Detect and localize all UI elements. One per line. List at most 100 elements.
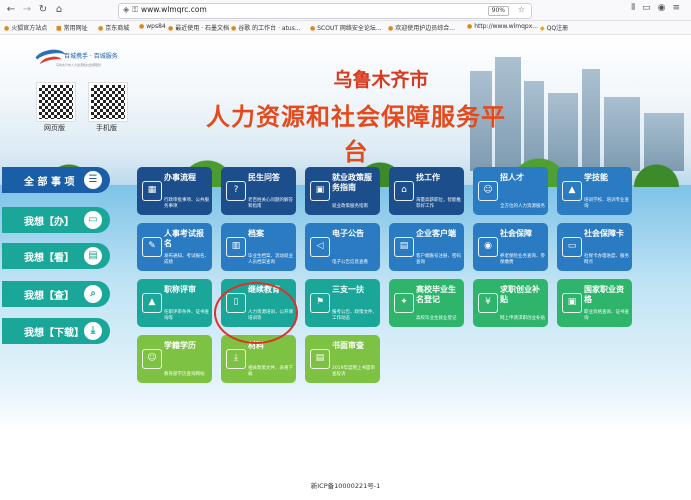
logo-name: 百城携手 · 百城服务 [64,53,118,60]
download-icon: ⤓ [84,322,102,340]
tile-job[interactable]: ⌂ 找工作 海量高薪职位，智能推荐好工作 [389,167,464,215]
tile-archive[interactable]: ▥ 档案 毕业生档案、流动就业人员档案查询 [221,223,296,271]
forward-icon[interactable]: → [20,3,34,17]
bookmark-item[interactable]: ● 最近使用 · 石墨文档 [168,23,229,32]
tile-title: 三支一扶 [332,285,364,294]
tile-flowchart[interactable]: ▦ 办事流程 行政审批事项、公共服务事项 [137,167,212,215]
tile-person[interactable]: ☺ 招人才 全方位的人力资源服务 [473,167,548,215]
highlight-circle [214,282,298,344]
bookmark-item[interactable]: ◆ QQ注册 [540,23,568,32]
bookmark-item[interactable]: ● 京东商城 [98,23,129,32]
toolbar-icons[interactable]: ⫴▭◉≡ [631,3,687,13]
tile-description: 养老保险业务查询、参保缴费 [500,254,545,265]
megaphone-icon: ◁ [310,237,330,257]
qr-web-label: 网页版 [44,124,65,132]
tile-title: 档案 [248,229,264,238]
tile-title: 就业政策服务指南 [332,173,372,192]
address-bar[interactable]: ◈ ⚿ www.wlmqrc.com 90% ☆ [118,3,532,19]
tile-title: 学技能 [584,173,608,182]
sidebar-item-label: 全 部 事 项 [24,177,75,188]
tile-title: 求职创业补贴 [500,285,540,304]
tile-card[interactable]: ▭ 社会保障卡社保卡办理进度、服务网点 [557,223,632,271]
tile-license[interactable]: ▣ 国家职业资格 职业资格查询、证书查询 [557,279,632,327]
tile-title: 社会保障卡 [584,229,624,238]
tile-description: 老百姓关心问题的解答和指南 [248,198,293,209]
sidebar-item-label: 我想【下载】 [24,328,84,339]
exam-icon: ✎ [142,237,162,257]
site-logo[interactable]: 百城携手 · 百城服务 乌鲁木齐市人力资源和社会保障局 [32,46,118,72]
bookmark-item[interactable]: ● SCOUT 网络安全论坛... [310,23,382,32]
sidebar-item-3[interactable]: 我想【查】 ⌕ [2,281,110,307]
tile-flag[interactable]: ⚑ 三支一扶 报考公告、政策文件、工作动态 [305,279,380,327]
tile-exam[interactable]: ✎ 人事考试报名 发布通知、考试报名、成绩 [137,223,212,271]
book-icon: ▤ [84,247,102,265]
url-text: www.wlmqrc.com [141,5,207,14]
page-title-city: 乌鲁木齐市 [333,69,429,91]
tile-student[interactable]: ☺ 学籍学历 教育部学历查询网站 [137,335,212,383]
tile-building[interactable]: ▤ 企业客户端 客户端账号注册、密码查询 [389,223,464,271]
tile-description: 网上申请求职创业补贴 [500,316,545,321]
sidebar-item-2[interactable]: 我想【看】 ▤ [2,243,110,269]
tile-description: 职业资格查询、证书查询 [584,310,629,321]
bookmark-item[interactable]: ■ 常用网址 [56,23,88,32]
tile-briefcase[interactable]: ▣ 就业政策服务指南 就业政策服务指南 [305,167,380,215]
tile-certificate[interactable]: ✦ 高校毕业生名登记 高校毕业生就业登记 [389,279,464,327]
tile-title: 学籍学历 [164,341,196,350]
zoom-level[interactable]: 90% [487,6,509,16]
tile-title: 电子公告 [332,229,364,238]
card-icon: ▭ [562,237,582,257]
graduation-icon: ▲ [562,181,582,201]
sidebar-item-4[interactable]: 我想【下载】 ⤓ [2,318,110,344]
person-icon: ☺ [478,181,498,201]
sidebar-item-1[interactable]: 我想【办】 ▭ [2,207,110,233]
tile-graduation[interactable]: ▲ 学技能 培训学校、培训专业查询 [557,167,632,215]
money-icon: ¥ [478,293,498,313]
shield-icon: ◈ [123,5,130,14]
back-icon[interactable]: ← [4,3,18,17]
sidebar-icon: ▭ [642,3,658,13]
briefcase-icon: ▣ [310,181,330,201]
tile-qa[interactable]: ? 民生问答 老百姓关心问题的解答和指南 [221,167,296,215]
tile-document[interactable]: ▤ 书面审查 2019年度网上书面审查投诉 [305,335,380,383]
logo-subtitle: 乌鲁木齐市人力资源和社会保障局 [56,63,102,67]
icp-footer: 新ICP备10000221号-1 [310,482,381,490]
qr-code-mobile [88,82,128,122]
bookmark-icon: ● [98,25,104,32]
bookmark-item[interactable]: ● 谷歌 的工作台 · atus... [231,23,301,32]
sidebar-item-label: 我想【办】 [24,217,74,228]
bookmark-item[interactable]: ● http://www.wlmqpx... [467,23,538,30]
download-tray-icon: ⤓ [226,349,246,369]
bookmark-item[interactable]: ● 欢迎使用护边员综合... [388,23,455,32]
tile-title: 国家职业资格 [584,285,624,304]
bookmark-item[interactable]: ● wps84 [139,23,166,30]
tile-description: 行政审批事项、公共服务事项 [164,198,209,209]
reload-icon[interactable]: ↻ [36,3,50,17]
search-icon: ⌕ [84,285,102,303]
bookmark-icon: ● [310,25,316,32]
lock-icon: ⚿ [132,5,139,14]
sidebar-item-label: 我想【看】 [24,253,74,264]
star-icon[interactable]: ☆ [518,5,525,14]
tile-title: 高校毕业生名登记 [416,285,456,304]
tile-money[interactable]: ¥ 求职创业补贴网上申请求职创业补贴 [473,279,548,327]
bookmark-item[interactable]: ● 火狐官方站点 [4,23,47,32]
job-icon: ⌂ [394,181,414,201]
tile-title: 找工作 [416,173,440,182]
flowchart-icon: ▦ [142,181,162,201]
tile-cap[interactable]: ▲ 职称评审 任职评审条件、证书查询等 [137,279,212,327]
tile-description: 2019年度网上书面审查投诉 [332,366,375,377]
tile-description: 社保卡办理进度、服务网点 [584,254,629,265]
tile-description: 报考公告、政策文件、工作动态 [332,310,377,321]
tile-shield[interactable]: ◉ 社会保障 养老保险业务查询、参保缴费 [473,223,548,271]
tile-description: 客户端账号注册、密码查询 [416,254,461,265]
tile-megaphone[interactable]: ◁ 电子公告 电子公告信息查看 [305,223,380,271]
shield-icon: ◉ [478,237,498,257]
tile-description: 全方位的人力资源服务 [500,204,545,209]
tile-description: 发布通知、考试报名、成绩 [164,254,209,265]
tile-description: 教育部学历查询网站 [164,372,205,377]
page-content: 百城携手 · 百城服务 乌鲁木齐市人力资源和社会保障局 网页版 手机版 乌鲁木齐… [0,35,691,500]
tile-description: 任职评审条件、证书查询等 [164,310,209,321]
home-icon[interactable]: ⌂ [52,3,66,17]
sidebar-item-0[interactable]: 全 部 事 项 ☰ [2,167,110,193]
browser-toolbar: ← → ↻ ⌂ ◈ ⚿ www.wlmqrc.com 90% ☆ ⫴▭◉≡ [0,0,691,21]
